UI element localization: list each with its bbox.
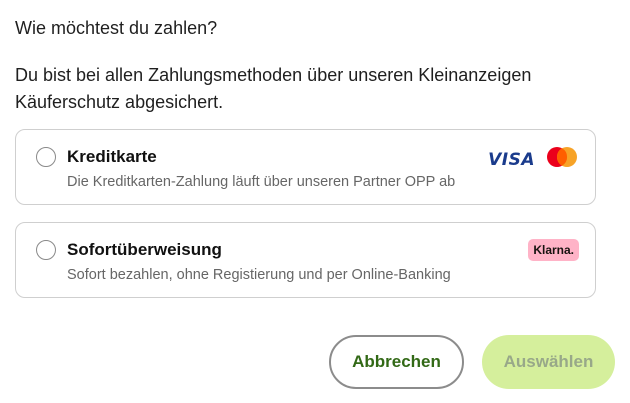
payment-option-sofort[interactable]: Sofortüberweisung Sofort bezahlen, ohne …: [15, 222, 596, 298]
option-title: Kreditkarte: [67, 147, 157, 166]
visa-logo: VISA: [488, 149, 535, 170]
option-title: Sofortüberweisung: [67, 240, 222, 259]
payment-dialog: Wie möchtest du zahlen? Du bist bei alle…: [0, 0, 630, 403]
select-button[interactable]: Auswählen: [482, 335, 615, 389]
sofort-logos: Klarna.: [528, 239, 579, 261]
dialog-question: Wie möchtest du zahlen?: [15, 18, 218, 38]
option-description: Die Kreditkarten-Zahlung läuft über unse…: [67, 174, 456, 190]
radio-credit-card[interactable]: [36, 147, 56, 167]
cancel-button[interactable]: Abbrechen: [329, 335, 464, 389]
card-logos: VISA: [488, 146, 579, 173]
buyer-protection-info: Du bist bei allen Zahlungsmethoden über …: [15, 65, 532, 112]
radio-sofort[interactable]: [36, 240, 56, 260]
payment-option-credit-card[interactable]: Kreditkarte Die Kreditkarten-Zahlung läu…: [15, 129, 596, 205]
klarna-logo: Klarna.: [528, 239, 579, 261]
mastercard-icon: [545, 146, 579, 173]
option-description: Sofort bezahlen, ohne Registierung und p…: [67, 267, 451, 283]
